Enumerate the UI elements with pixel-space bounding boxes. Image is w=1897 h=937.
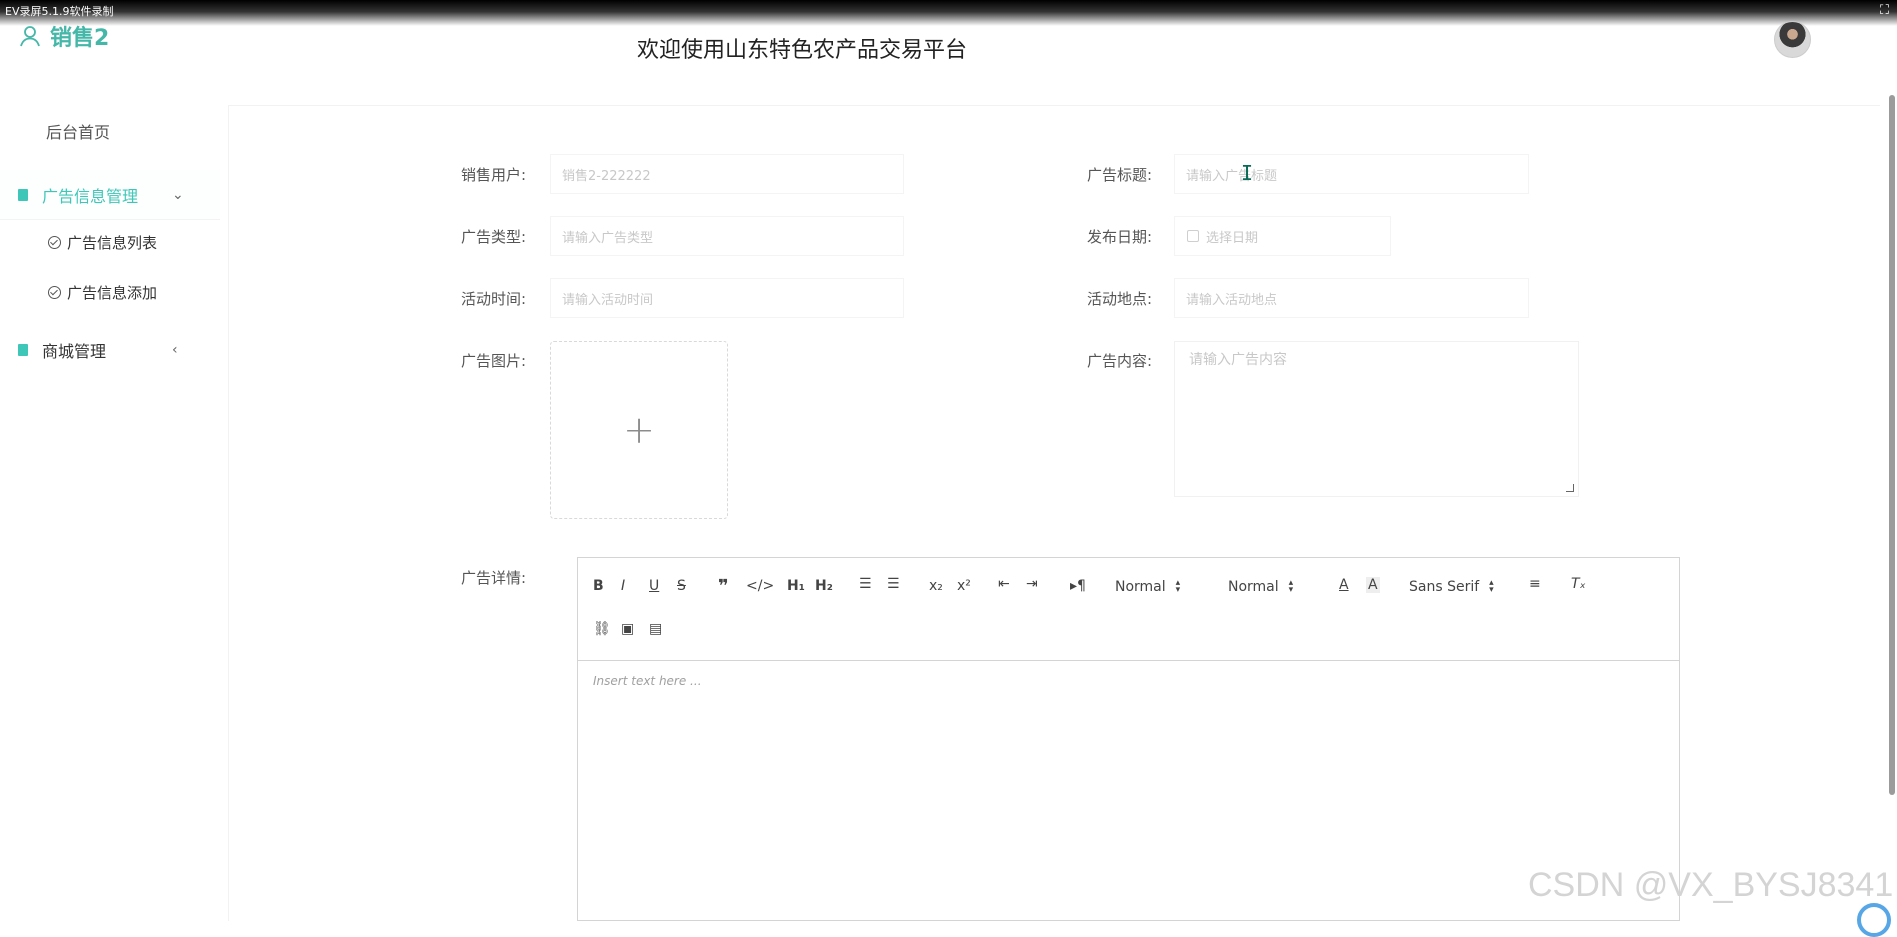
- seller-label: 销售用户:: [461, 166, 527, 184]
- clear-format-button[interactable]: Tₓ: [1571, 576, 1586, 592]
- activity-time-label: 活动时间:: [461, 290, 527, 308]
- sidebar-item-shop-management[interactable]: 商城管理 ‹: [0, 325, 220, 375]
- activity-place-label: 活动地点:: [1087, 290, 1153, 308]
- sidebar-item-home[interactable]: 后台首页: [0, 106, 220, 156]
- resize-handle[interactable]: [1566, 484, 1574, 492]
- page-scrollbar[interactable]: [1889, 95, 1895, 795]
- italic-button[interactable]: I: [621, 578, 625, 594]
- activity-time-input[interactable]: 请输入活动时间: [550, 278, 904, 318]
- text-color-button[interactable]: A: [1339, 577, 1349, 593]
- font-select-value: Sans Serif: [1409, 579, 1480, 595]
- check-circle-icon: [48, 285, 61, 299]
- editor-body[interactable]: Insert text here ...: [578, 661, 1679, 701]
- background-color-button[interactable]: A: [1366, 577, 1380, 593]
- user-icon: [20, 26, 40, 47]
- top-header: 销售2 欢迎使用山东特色农产品交易平台: [0, 0, 1897, 90]
- date-placeholder: 选择日期: [1206, 230, 1259, 246]
- size-select-value: Normal: [1228, 579, 1279, 595]
- activity-place-input[interactable]: 请输入活动地点: [1174, 278, 1529, 318]
- code-button[interactable]: </>: [746, 578, 774, 594]
- superscript-button[interactable]: x²: [957, 578, 971, 594]
- sidebar-item-ad-management[interactable]: 广告信息管理 ⌄: [0, 170, 220, 220]
- align-button[interactable]: ≡: [1529, 576, 1541, 592]
- chevron-left-icon: ‹: [172, 342, 178, 358]
- editor-toolbar: B I U S ❞ </> H₁ H₂ ☰ ☰ x₂ x² ⇤ ⇥ ▸¶ Nor…: [578, 558, 1679, 661]
- select-arrows-icon: ▴ ▾: [1175, 578, 1181, 595]
- rich-text-editor[interactable]: B I U S ❞ </> H₁ H₂ ☰ ☰ x₂ x² ⇤ ⇥ ▸¶ Nor…: [577, 557, 1680, 921]
- sidebar-item-label: 广告信息列表: [67, 233, 158, 252]
- document-icon: [18, 188, 28, 201]
- indent-button[interactable]: ⇥: [1026, 576, 1038, 592]
- title-label: 广告标题:: [1087, 166, 1153, 184]
- seller-field[interactable]: 销售2-222222: [550, 154, 904, 194]
- brand-name: 销售2: [50, 26, 110, 51]
- sidebar-item-label: 商城管理: [42, 342, 107, 361]
- image-label: 广告图片:: [461, 352, 527, 370]
- link-icon[interactable]: ⛓: [593, 621, 611, 637]
- content-textarea[interactable]: 请输入广告内容: [1174, 341, 1579, 497]
- check-circle-icon: [48, 235, 61, 249]
- sidebar-item-label: 广告信息管理: [42, 186, 139, 206]
- brand: 销售2: [18, 20, 109, 52]
- size-select[interactable]: Normal ▴ ▾: [1228, 578, 1294, 596]
- underline-button[interactable]: U: [649, 578, 659, 594]
- bold-button[interactable]: B: [593, 578, 604, 594]
- date-picker[interactable]: 选择日期: [1174, 216, 1391, 256]
- watermark: CSDN @VX_BYSJ8341: [1528, 866, 1894, 904]
- blockquote-button[interactable]: ❞: [718, 576, 729, 597]
- select-arrows-icon: ▴ ▾: [1288, 578, 1294, 595]
- video-icon[interactable]: ▤: [649, 621, 662, 637]
- ordered-list-button[interactable]: ☰: [859, 576, 872, 592]
- header-select-value: Normal: [1115, 579, 1166, 595]
- detail-label: 广告详情:: [461, 569, 527, 587]
- text-cursor-icon: I: [1241, 161, 1254, 185]
- avatar[interactable]: [1774, 21, 1811, 58]
- text-direction-button[interactable]: ▸¶: [1070, 578, 1086, 594]
- chevron-down-icon: ⌄: [172, 186, 184, 203]
- image-upload[interactable]: +: [550, 341, 728, 519]
- document-icon: [18, 344, 28, 356]
- h1-button[interactable]: H₁: [787, 578, 805, 594]
- title-input[interactable]: 请输入广告标题: [1174, 154, 1529, 194]
- subscript-button[interactable]: x₂: [929, 578, 943, 594]
- sidebar: 后台首页 广告信息管理 ⌄ 广告信息列表 广告信息添加 商城管理 ‹: [0, 90, 225, 921]
- strike-button[interactable]: S: [677, 578, 686, 594]
- image-icon[interactable]: ▣: [621, 621, 634, 637]
- sidebar-item-ad-add[interactable]: 广告信息添加: [0, 272, 220, 312]
- h2-button[interactable]: H₂: [815, 578, 833, 594]
- page-title: 欢迎使用山东特色农产品交易平台: [637, 38, 968, 63]
- plus-icon: +: [623, 408, 655, 452]
- outdent-button[interactable]: ⇤: [998, 576, 1010, 592]
- content-placeholder: 请输入广告内容: [1189, 352, 1287, 368]
- calendar-icon: [1187, 230, 1199, 242]
- font-select[interactable]: Sans Serif ▴ ▾: [1409, 578, 1494, 596]
- sidebar-item-ad-list[interactable]: 广告信息列表: [0, 222, 220, 262]
- type-input[interactable]: 请输入广告类型: [550, 216, 904, 256]
- select-arrows-icon: ▴ ▾: [1489, 578, 1494, 595]
- help-icon[interactable]: [1857, 903, 1891, 937]
- type-label: 广告类型:: [461, 228, 527, 246]
- header-select[interactable]: Normal ▴ ▾: [1115, 578, 1181, 596]
- date-label: 发布日期:: [1087, 228, 1153, 246]
- bullet-list-button[interactable]: ☰: [887, 576, 900, 592]
- content-label: 广告内容:: [1087, 352, 1153, 370]
- sidebar-item-label: 广告信息添加: [67, 283, 158, 302]
